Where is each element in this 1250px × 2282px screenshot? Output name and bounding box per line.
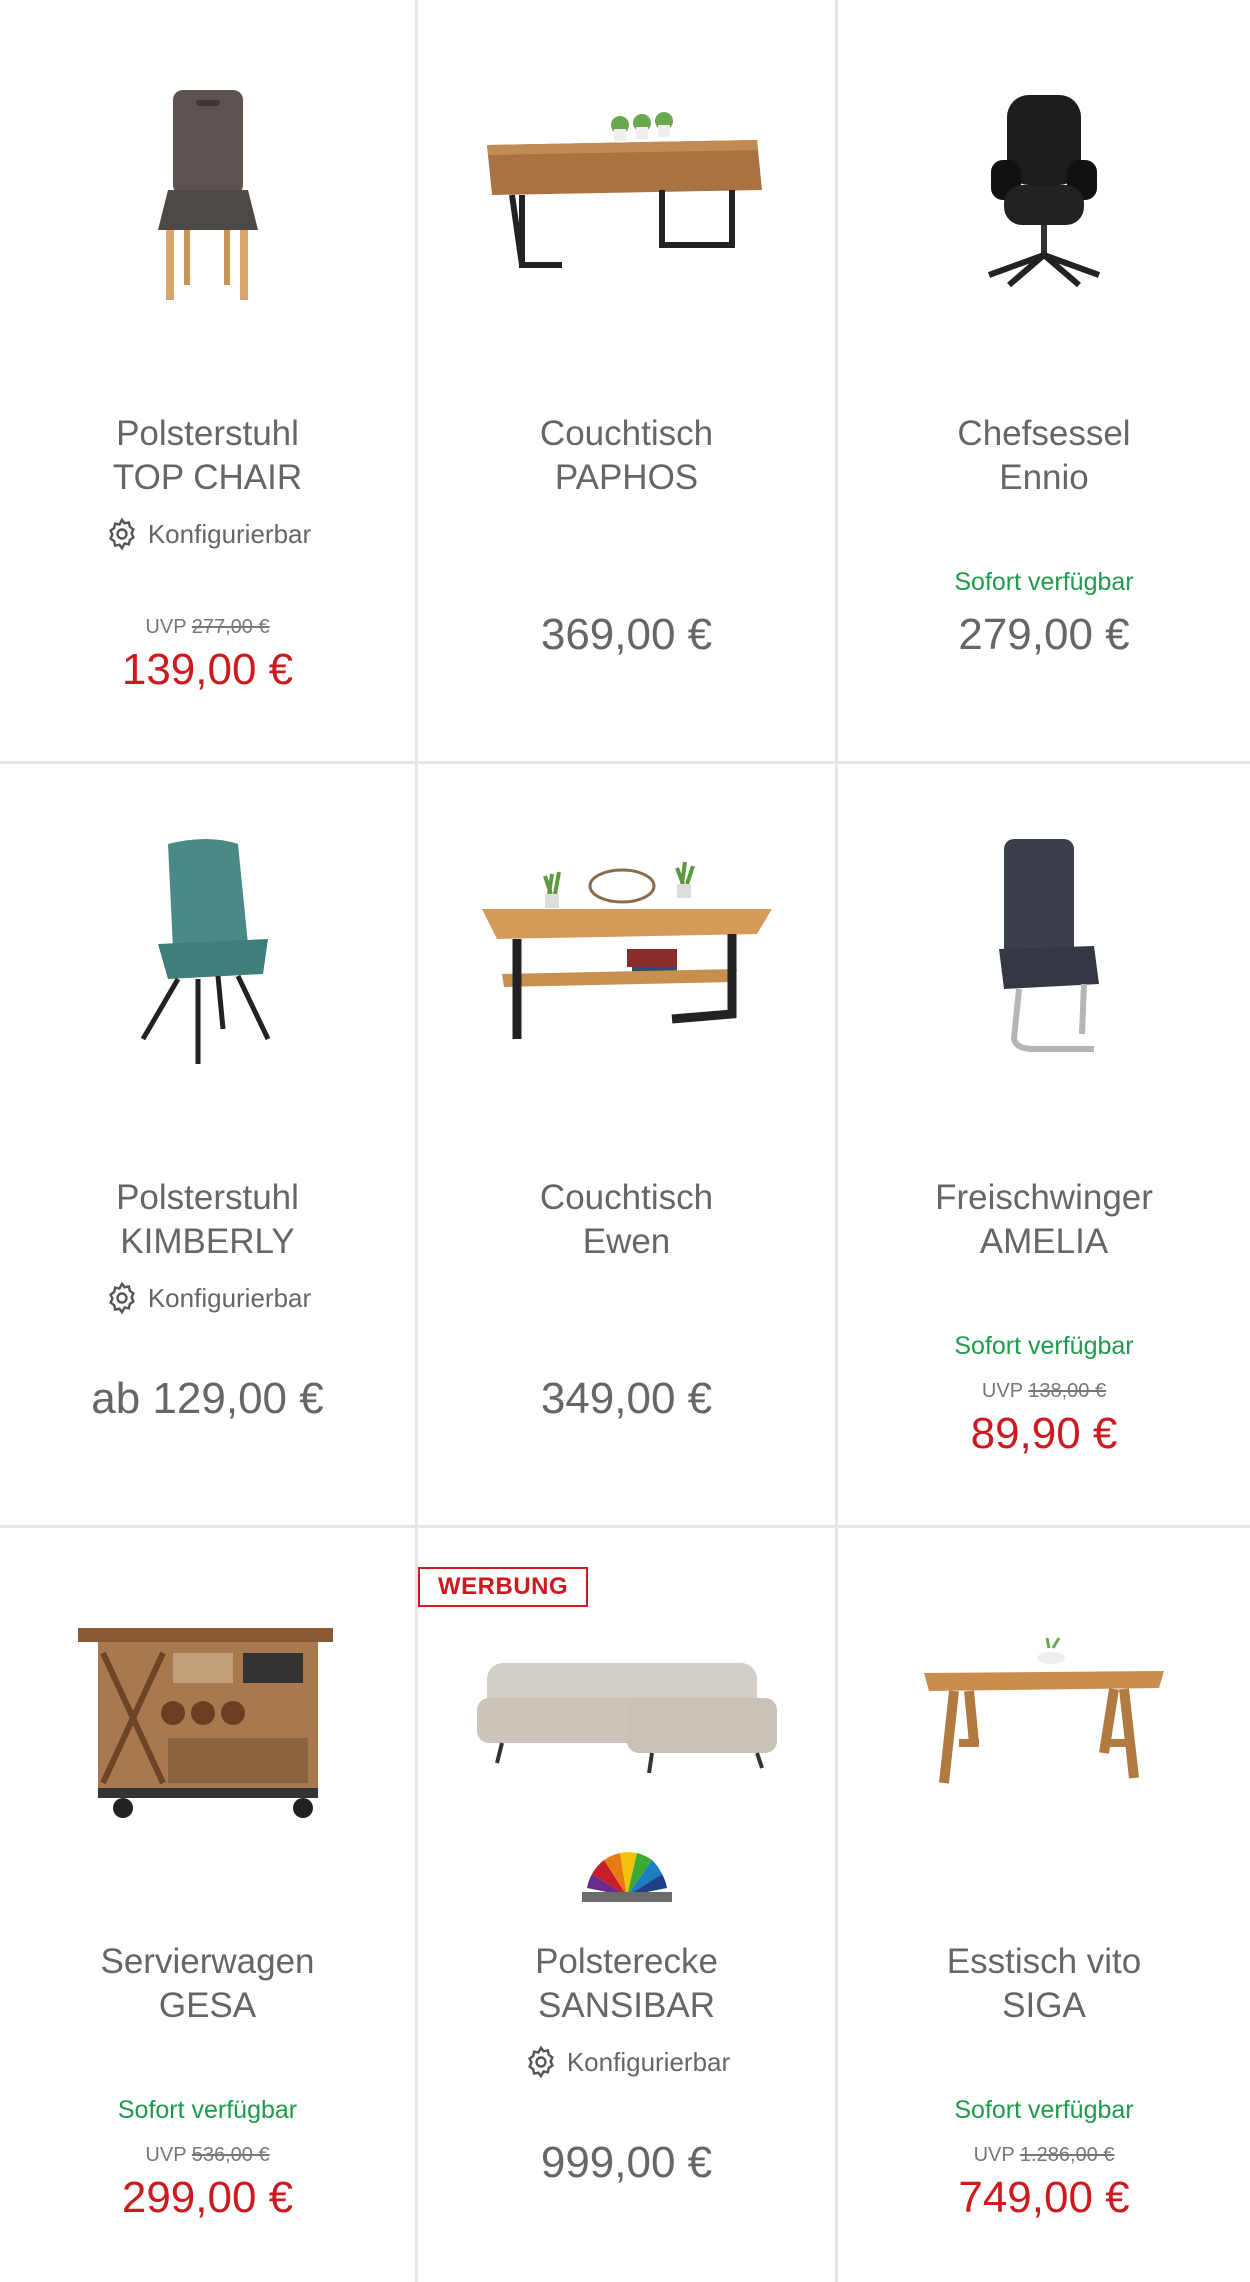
sale-price: 749,00 € <box>958 2173 1130 2222</box>
product-image[interactable] <box>0 1558 415 1878</box>
availability-status: Sofort verfügbar <box>954 568 1134 596</box>
uvp-row: UVP 277,00 € <box>0 616 415 639</box>
uvp-row: UVP 1.286,00 € <box>838 2144 1250 2167</box>
product-card-sansibar[interactable]: WERBUNG Polsterecke SANSIBAR Konfigurier… <box>418 1528 838 2282</box>
product-name[interactable]: Couchtisch Ewen <box>418 1176 835 1264</box>
product-image[interactable] <box>418 794 835 1114</box>
product-image[interactable] <box>418 30 835 350</box>
product-name-line2: AMELIA <box>979 1222 1109 1261</box>
product-card-siga[interactable]: Esstisch vito SIGA Sofort verfügbar UVP … <box>838 1528 1250 2282</box>
product-name-line1: Esstisch vito <box>946 1942 1142 1981</box>
product-card-amelia[interactable]: Freischwinger AMELIA Sofort verfügbar UV… <box>838 764 1250 1528</box>
availability-status: Sofort verfügbar <box>117 2096 298 2124</box>
product-name[interactable]: Polsterstuhl TOP CHAIR <box>0 412 415 500</box>
configurable-label: Konfigurierbar <box>0 516 415 552</box>
product-name[interactable]: Couchtisch PAPHOS <box>418 412 835 500</box>
product-name-line2: SANSIBAR <box>538 1986 715 2025</box>
sale-price: 299,00 € <box>121 2173 294 2222</box>
uvp-price: 138,00 € <box>1028 1380 1107 1402</box>
price: 369,00 € <box>540 610 713 659</box>
corner-sofa-icon <box>476 1663 777 1774</box>
product-image[interactable] <box>0 30 415 350</box>
product-grid: Polsterstuhl TOP CHAIR Konfigurierbar UV… <box>0 0 1250 2282</box>
product-card-kimberly[interactable]: Polsterstuhl KIMBERLY Konfigurierbar ab … <box>0 764 418 1528</box>
product-name-line2: PAPHOS <box>554 458 699 497</box>
brand-logo-wrap <box>418 1848 835 1904</box>
availability-status: Sofort verfügbar <box>954 1332 1134 1360</box>
product-name-line1: Freischwinger <box>935 1178 1153 1217</box>
product-name[interactable]: Chefsessel Ennio <box>838 412 1250 500</box>
product-image[interactable] <box>418 1558 835 1878</box>
price: ab 129,00 € <box>91 1374 324 1423</box>
cantilever-chair-icon <box>999 839 1099 1052</box>
price: 349,00 € <box>540 1374 713 1423</box>
product-name-line2: TOP CHAIR <box>112 458 303 497</box>
product-name-line2: SIGA <box>1002 1986 1086 2025</box>
product-image[interactable] <box>0 794 415 1114</box>
product-name[interactable]: Servierwagen GESA <box>0 1940 415 2028</box>
product-card-top-chair[interactable]: Polsterstuhl TOP CHAIR Konfigurierbar UV… <box>0 0 418 764</box>
uvp-row: UVP 138,00 € <box>838 1380 1250 1403</box>
product-name-line2: KIMBERLY <box>120 1222 295 1261</box>
product-name-line1: Polsterstuhl <box>116 1178 299 1217</box>
configurable-text: Konfigurierbar <box>147 518 312 549</box>
product-name-line2: Ennio <box>999 458 1089 497</box>
uvp-price: 277,00 € <box>191 616 270 638</box>
teal-chair-icon <box>140 839 270 1064</box>
coffee-table-shelf-icon <box>481 861 772 1039</box>
product-name-line1: Chefsessel <box>957 414 1131 453</box>
sale-price: 139,00 € <box>121 645 294 694</box>
price: 279,00 € <box>958 610 1130 659</box>
product-name[interactable]: Esstisch vito SIGA <box>838 1940 1250 2028</box>
configurable-label: Konfigurierbar <box>418 2044 835 2080</box>
product-image[interactable] <box>838 30 1250 350</box>
uvp-row: UVP 536,00 € <box>0 2144 415 2167</box>
dining-table-icon <box>924 1637 1164 1784</box>
configurable-label: Konfigurierbar <box>0 1280 415 1316</box>
product-name-line1: Polsterstuhl <box>116 414 299 453</box>
uvp-label: UVP <box>973 2144 1015 2166</box>
product-image[interactable] <box>838 794 1250 1114</box>
gear-icon <box>108 517 135 551</box>
uvp-label: UVP <box>981 1380 1023 1402</box>
product-image[interactable] <box>838 1558 1250 1878</box>
gear-icon <box>527 2045 554 2079</box>
product-name[interactable]: Polsterecke SANSIBAR <box>418 1940 835 2028</box>
product-name-line1: Polsterecke <box>535 1942 718 1981</box>
product-card-ewen[interactable]: Couchtisch Ewen 349,00 € <box>418 764 838 1528</box>
availability-status: Sofort verfügbar <box>954 2096 1134 2124</box>
product-name-line2: Ewen <box>582 1222 671 1261</box>
brand-fan-logo-icon <box>581 1852 672 1902</box>
product-card-gesa[interactable]: Servierwagen GESA Sofort verfügbar UVP 5… <box>0 1528 418 2282</box>
product-name[interactable]: Polsterstuhl KIMBERLY <box>0 1176 415 1264</box>
product-name-line1: Couchtisch <box>539 414 714 453</box>
upholstered-chair-icon <box>157 90 258 300</box>
configurable-text: Konfigurierbar <box>566 2046 731 2077</box>
gear-icon <box>108 1281 135 1315</box>
sale-price: 89,90 € <box>970 1409 1118 1458</box>
coffee-table-icon <box>486 112 762 268</box>
configurable-text: Konfigurierbar <box>147 1282 312 1313</box>
price: 999,00 € <box>540 2138 713 2187</box>
product-card-ennio[interactable]: Chefsessel Ennio Sofort verfügbar 279,00… <box>838 0 1250 764</box>
product-name-line1: Couchtisch <box>539 1178 714 1217</box>
serving-cart-icon <box>77 1628 333 1818</box>
product-name-line1: Servierwagen <box>100 1942 315 1981</box>
uvp-label: UVP <box>145 2144 187 2166</box>
uvp-price: 536,00 € <box>191 2144 270 2166</box>
product-name[interactable]: Freischwinger AMELIA <box>838 1176 1250 1264</box>
uvp-label: UVP <box>145 616 187 638</box>
office-chair-icon <box>987 95 1101 288</box>
product-name-line2: GESA <box>158 1986 257 2025</box>
product-card-paphos[interactable]: Couchtisch PAPHOS 369,00 € <box>418 0 838 764</box>
uvp-price: 1.286,00 € <box>1019 2144 1115 2166</box>
